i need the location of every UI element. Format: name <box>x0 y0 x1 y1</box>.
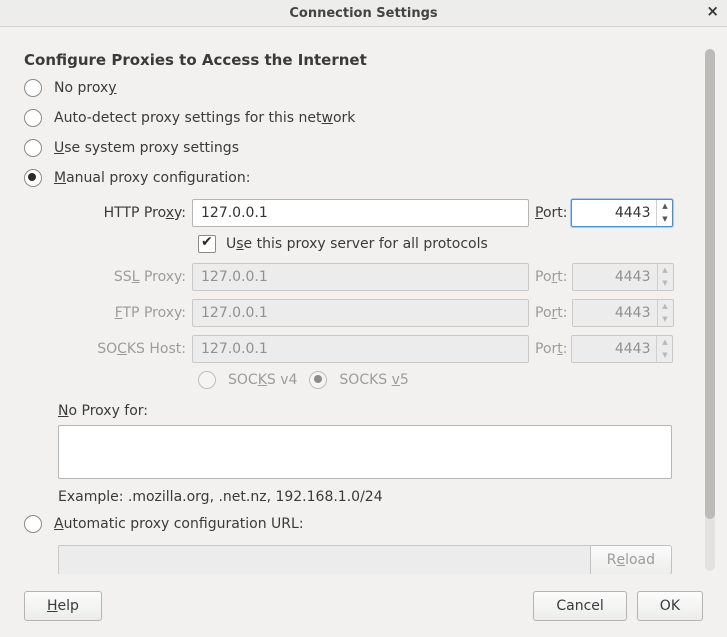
option-system-proxy[interactable]: Use system proxy settings <box>24 139 697 157</box>
radio-socks4 <box>198 371 216 389</box>
chevron-up-icon: ▲ <box>657 336 672 349</box>
use-all-checkbox[interactable] <box>198 235 216 253</box>
option-auto-detect[interactable]: Auto-detect proxy settings for this netw… <box>24 109 697 127</box>
titlebar: Connection Settings × <box>0 0 727 27</box>
no-proxy-label: No Proxy for: <box>58 403 697 419</box>
http-port-spin[interactable]: ▲▼ <box>571 199 673 227</box>
ftp-proxy-host-input <box>192 299 529 327</box>
radio-socks5 <box>309 371 327 389</box>
ssl-row: SSL Proxy: Port: ▲▼ <box>58 263 697 291</box>
radio-socks5-label: SOCKS v5 <box>339 372 408 388</box>
radio-no-proxy-label: No proxy <box>54 80 117 96</box>
socks-row: SOCKS Host: Port: ▲▼ <box>58 335 697 363</box>
radio-manual-proxy[interactable] <box>24 169 42 187</box>
http-port-stepper[interactable]: ▲▼ <box>656 200 672 226</box>
cancel-button[interactable]: Cancel <box>533 591 626 621</box>
http-port-input[interactable] <box>572 200 656 226</box>
pac-url-input <box>58 545 590 574</box>
ssl-port-stepper: ▲▼ <box>657 264 673 290</box>
chevron-down-icon[interactable]: ▼ <box>657 213 672 226</box>
no-proxy-textarea[interactable] <box>58 425 672 479</box>
ftp-port-spin: ▲▼ <box>572 299 674 327</box>
radio-auto-detect[interactable] <box>24 109 42 127</box>
socks-port-spin: ▲▼ <box>571 335 673 363</box>
socks-port-input <box>572 336 656 362</box>
chevron-up-icon[interactable]: ▲ <box>657 200 672 213</box>
content-area: Configure Proxies to Access the Internet… <box>0 27 727 574</box>
socks-host-input <box>192 335 529 363</box>
ssl-port-input <box>573 264 657 290</box>
no-proxy-example: Example: .mozilla.org, .net.nz, 192.168.… <box>58 489 697 505</box>
chevron-down-icon: ▼ <box>658 277 673 290</box>
http-port-label: Port: <box>529 205 571 221</box>
radio-system-proxy-label: Use system proxy settings <box>54 140 239 156</box>
ssl-port-label: Port: <box>529 269 572 285</box>
socks-version-row: SOCKS v4 SOCKS v5 <box>198 371 697 389</box>
http-row: HTTP Proxy: Port: ▲▼ <box>58 199 697 227</box>
use-all-row[interactable]: Use this proxy server for all protocols <box>198 235 697 253</box>
http-proxy-host-input[interactable] <box>192 199 529 227</box>
dialog-footer: Help Cancel OK <box>0 574 727 636</box>
radio-socks4-label: SOCKS v4 <box>228 372 297 388</box>
ftp-port-input <box>573 300 657 326</box>
ftp-row: FTP Proxy: Port: ▲▼ <box>58 299 697 327</box>
option-no-proxy[interactable]: No proxy <box>24 79 697 97</box>
radio-pac-url[interactable] <box>24 515 42 533</box>
scrollbar-track[interactable] <box>705 49 715 571</box>
ssl-proxy-host-input <box>192 263 529 291</box>
ftp-port-label: Port: <box>529 305 572 321</box>
option-pac-url[interactable]: Automatic proxy configuration URL: <box>24 515 697 533</box>
radio-pac-url-label: Automatic proxy configuration URL: <box>54 516 304 532</box>
close-icon[interactable]: × <box>706 4 719 19</box>
chevron-up-icon: ▲ <box>658 264 673 277</box>
radio-manual-proxy-label: Manual proxy configuration: <box>54 170 250 186</box>
ftp-port-stepper: ▲▼ <box>657 300 673 326</box>
chevron-down-icon: ▼ <box>657 349 672 362</box>
use-all-label: Use this proxy server for all protocols <box>226 236 488 252</box>
radio-system-proxy[interactable] <box>24 139 42 157</box>
radio-auto-detect-label: Auto-detect proxy settings for this netw… <box>54 110 355 126</box>
socks-port-label: Port: <box>529 341 571 357</box>
http-proxy-label: HTTP Proxy: <box>58 205 192 221</box>
ok-button[interactable]: OK <box>637 591 703 621</box>
no-proxy-box <box>58 425 672 483</box>
scrollbar-thumb[interactable] <box>705 49 715 519</box>
pac-url-row: Reload <box>58 545 672 574</box>
window-title: Connection Settings <box>289 6 437 21</box>
ssl-port-spin: ▲▼ <box>572 263 674 291</box>
socks-port-stepper: ▲▼ <box>656 336 672 362</box>
chevron-down-icon: ▼ <box>658 313 673 326</box>
ftp-proxy-label: FTP Proxy: <box>58 305 192 321</box>
reload-button: Reload <box>590 545 672 574</box>
section-heading: Configure Proxies to Access the Internet <box>24 51 697 69</box>
ssl-proxy-label: SSL Proxy: <box>58 269 192 285</box>
socks-host-label: SOCKS Host: <box>58 341 192 357</box>
radio-no-proxy[interactable] <box>24 79 42 97</box>
option-manual-proxy[interactable]: Manual proxy configuration: <box>24 169 697 187</box>
manual-fields: HTTP Proxy: Port: ▲▼ Use this proxy serv… <box>58 199 697 389</box>
chevron-up-icon: ▲ <box>658 300 673 313</box>
help-button[interactable]: Help <box>24 591 102 621</box>
